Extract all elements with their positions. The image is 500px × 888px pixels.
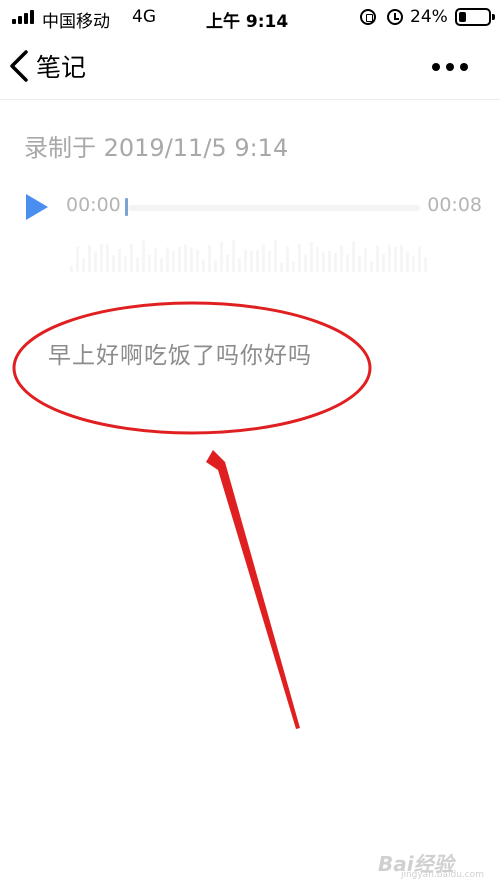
- waveform-bar: [310, 242, 313, 272]
- chevron-left-icon: [10, 50, 28, 82]
- progress-slider[interactable]: [124, 198, 420, 216]
- carrier-name: 中国移动: [42, 12, 110, 32]
- waveform-bar: [232, 240, 235, 272]
- battery-level-fill: [459, 12, 466, 22]
- waveform-bar: [190, 247, 193, 272]
- waveform-bar: [394, 246, 397, 272]
- audio-player: 00:00 00:08: [24, 190, 484, 224]
- waveform-bar: [226, 254, 229, 272]
- waveform-bar: [196, 249, 199, 272]
- waveform-bar: [148, 255, 151, 272]
- waveform-bar: [172, 250, 175, 272]
- waveform-bar: [238, 257, 241, 272]
- status-time: 上午 9:14: [206, 12, 289, 32]
- waveform-bar: [406, 251, 409, 272]
- waveform-bar: [184, 244, 187, 272]
- waveform-bar: [130, 244, 133, 272]
- battery-percent: 24%: [410, 7, 448, 27]
- waveform-bar: [358, 255, 361, 272]
- waveform-bar: [286, 246, 289, 272]
- waveform-bar: [82, 258, 85, 272]
- waveform-bar: [316, 247, 319, 272]
- waveform-bar: [76, 246, 79, 272]
- waveform-bar: [208, 245, 211, 272]
- waveform-bar: [88, 244, 91, 272]
- waveform-bar: [340, 245, 343, 272]
- orientation-lock-icon: [360, 9, 376, 25]
- status-bar: 中国移动 4G 上午 9:14 24%: [0, 0, 500, 34]
- waveform-bar: [256, 249, 259, 272]
- battery-icon: [455, 8, 495, 26]
- network-type: 4G: [132, 7, 156, 27]
- waveform-bar: [322, 252, 325, 272]
- waveform-bar: [166, 247, 169, 272]
- waveform-bar: [280, 262, 283, 272]
- annotation-arrow: [206, 450, 300, 729]
- progress-thumb[interactable]: [125, 198, 128, 216]
- back-button[interactable]: 笔记: [6, 46, 86, 86]
- waveform-bar: [100, 244, 103, 272]
- waveform-bar: [244, 249, 247, 272]
- waveform-bar: [268, 250, 271, 272]
- waveform-bar: [250, 250, 253, 272]
- more-dots-icon: [432, 63, 468, 71]
- waveform-bar: [94, 251, 97, 272]
- waveform-bar: [400, 244, 403, 272]
- waveform-bar: [292, 261, 295, 272]
- waveform-bar: [382, 253, 385, 272]
- waveform-bar: [334, 252, 337, 272]
- waveform-bar: [262, 244, 265, 272]
- waveform-bar: [274, 239, 277, 272]
- waveform-bar: [214, 260, 217, 272]
- waveform-bar: [142, 240, 145, 272]
- waveform-bar: [424, 257, 427, 272]
- progress-track-bg: [128, 205, 420, 211]
- waveform-bar: [154, 248, 157, 272]
- waveform-graphic: [70, 239, 427, 272]
- waveform-bar: [106, 244, 109, 272]
- current-time: 00:00: [66, 194, 121, 216]
- page-title: 笔记: [36, 53, 87, 82]
- waveform-bar: [346, 254, 349, 272]
- waveform-bar: [370, 261, 373, 272]
- waveform-bar: [418, 246, 421, 272]
- waveform-bar: [352, 240, 355, 272]
- recording-title: 录制于 2019/11/5 9:14: [24, 134, 289, 162]
- baidu-watermark: Bai经验 jingyan.baidu.com: [378, 842, 490, 882]
- waveform-bar: [388, 244, 391, 272]
- waveform-bar: [364, 248, 367, 272]
- waveform-bar: [136, 257, 139, 272]
- play-icon: [26, 194, 48, 220]
- play-button[interactable]: [24, 192, 50, 222]
- waveform-bar: [412, 256, 415, 272]
- waveform-bar: [304, 254, 307, 272]
- nav-bar: 笔记: [0, 34, 500, 100]
- signal-strength-icon: [12, 10, 38, 24]
- watermark-url: jingyan.baidu.com: [400, 870, 484, 880]
- waveform-bar: [178, 246, 181, 272]
- waveform-bar: [202, 259, 205, 272]
- note-content[interactable]: 早上好啊吃饭了吗你好吗: [48, 336, 312, 370]
- waveform-bar: [118, 249, 121, 272]
- waveform-bar: [376, 245, 379, 272]
- waveform-bar: [112, 254, 115, 272]
- waveform-bar: [124, 255, 127, 272]
- waveform-bar: [220, 242, 223, 272]
- waveform-bar: [298, 243, 301, 272]
- alarm-icon: [387, 9, 403, 25]
- duration: 00:08: [427, 194, 482, 216]
- more-options-button[interactable]: [430, 52, 470, 82]
- waveform-bar: [160, 258, 163, 272]
- waveform-bar: [70, 266, 73, 272]
- waveform-bar: [328, 251, 331, 272]
